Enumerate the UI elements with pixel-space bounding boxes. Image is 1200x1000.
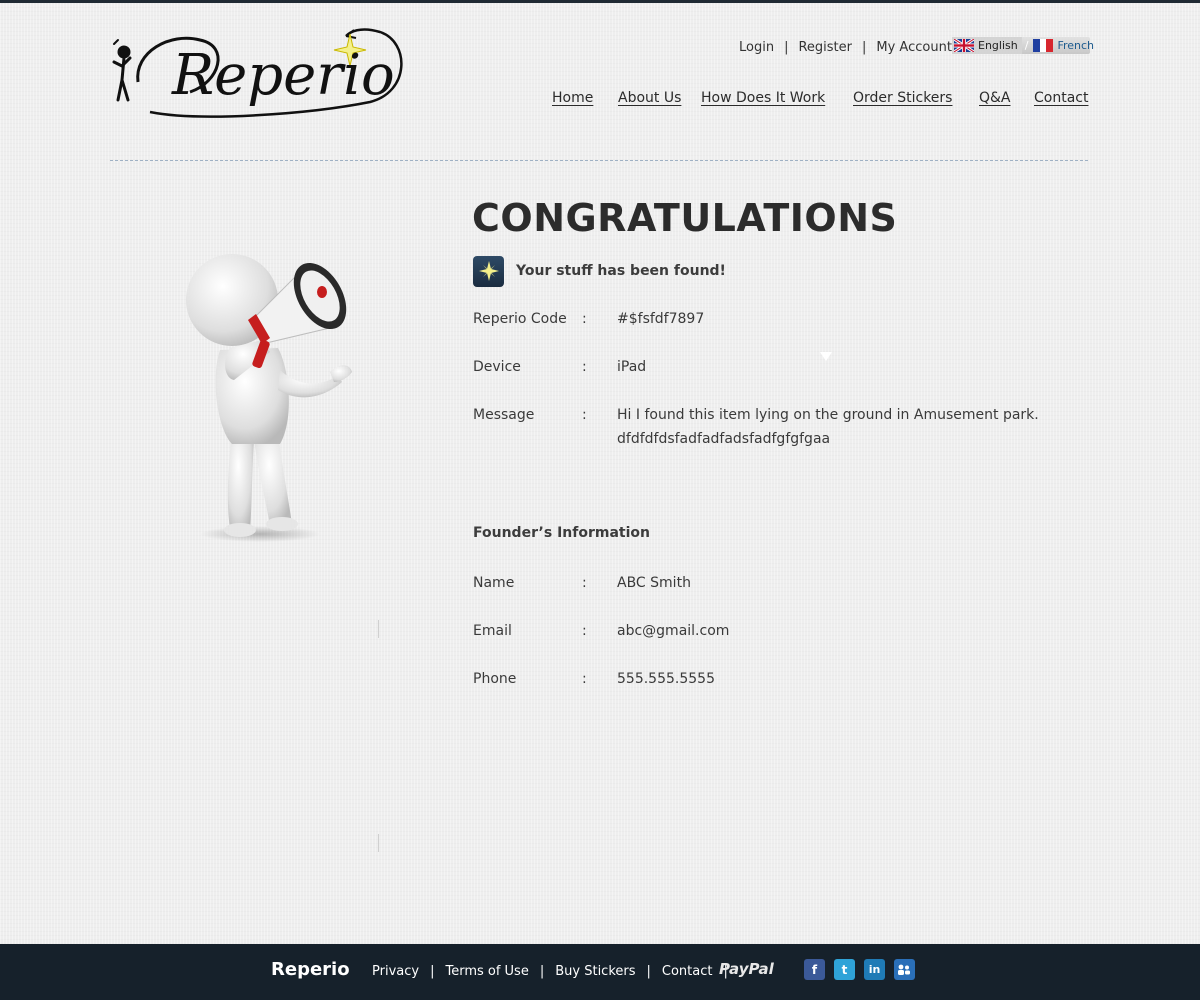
footer-terms-link[interactable]: Terms of Use: [445, 964, 528, 979]
founder-section-title: Founder’s Information: [473, 525, 650, 541]
field-label: Message: [473, 407, 535, 423]
footer-brand: Reperio: [271, 959, 350, 980]
nav-qa[interactable]: Q&A: [979, 90, 1011, 106]
footer-buy-stickers-link[interactable]: Buy Stickers: [555, 964, 635, 979]
field-colon: :: [582, 407, 587, 423]
field-label: Email: [473, 623, 512, 639]
field-label: Name: [473, 575, 515, 591]
founder-name-value: ABC Smith: [617, 575, 691, 591]
separator: |: [862, 39, 867, 55]
found-notice: Your stuff has been found!: [473, 255, 726, 287]
facebook-icon[interactable]: f: [804, 959, 825, 980]
france-flag-icon: [1033, 39, 1054, 52]
star-icon: [473, 255, 504, 287]
reperio-logo[interactable]: Reperio: [110, 22, 412, 122]
divider-line: [378, 834, 379, 852]
footer-privacy-link[interactable]: Privacy: [372, 964, 419, 979]
language-french[interactable]: French: [1031, 37, 1097, 54]
logo-text: Reperio: [171, 43, 395, 108]
my-account-link[interactable]: My Account: [876, 40, 952, 55]
field-colon: :: [582, 311, 587, 327]
field-colon: :: [582, 623, 587, 639]
language-switcher: English / French: [952, 37, 1094, 54]
nav-about-us[interactable]: About Us: [618, 90, 681, 106]
linkedin-icon[interactable]: in: [864, 959, 885, 980]
nav-contact[interactable]: Contact: [1034, 90, 1088, 106]
field-label: Reperio Code: [473, 311, 567, 327]
field-label: Phone: [473, 671, 517, 687]
divider-line: [378, 620, 379, 638]
field-colon: :: [582, 671, 587, 687]
megaphone-mascot-image: [170, 240, 370, 550]
page-title: CONGRATULATIONS: [472, 196, 898, 240]
separator: /: [1024, 39, 1029, 52]
founder-phone-value: 555.555.5555: [617, 671, 715, 687]
paypal-logo[interactable]: PayPal: [719, 960, 774, 978]
found-message: Your stuff has been found!: [516, 263, 726, 279]
footer-contact-link[interactable]: Contact: [662, 964, 713, 979]
myspace-icon[interactable]: [894, 959, 915, 980]
separator: |: [430, 963, 435, 979]
uk-flag-icon: [954, 39, 974, 52]
account-links: Login | Register | My Account: [739, 38, 952, 56]
register-link[interactable]: Register: [798, 40, 852, 55]
message-value: Hi I found this item lying on the ground…: [617, 407, 1039, 447]
triangle-marker-icon: [820, 352, 832, 361]
field-label: Device: [473, 359, 521, 375]
footer-links: Privacy | Terms of Use | Buy Stickers | …: [372, 962, 739, 980]
separator: |: [784, 39, 789, 55]
founder-email-value[interactable]: abc@gmail.com: [617, 619, 1087, 643]
login-link[interactable]: Login: [739, 40, 774, 55]
field-colon: :: [582, 359, 587, 375]
field-colon: :: [582, 575, 587, 591]
header-divider: [110, 160, 1088, 161]
language-english[interactable]: English: [952, 37, 1022, 54]
twitter-icon[interactable]: t: [834, 959, 855, 980]
nav-order-stickers[interactable]: Order Stickers: [853, 90, 952, 106]
nav-home[interactable]: Home: [552, 90, 593, 106]
nav-how-does-it-work[interactable]: How Does It Work: [701, 90, 825, 106]
separator: |: [646, 963, 651, 979]
language-english-label: English: [978, 39, 1018, 52]
reperio-code-value: #$fsfdf7897: [617, 311, 705, 327]
separator: |: [539, 963, 545, 979]
device-value: iPad: [617, 359, 647, 375]
top-strip: [0, 0, 1200, 3]
language-french-label: French: [1057, 39, 1095, 52]
